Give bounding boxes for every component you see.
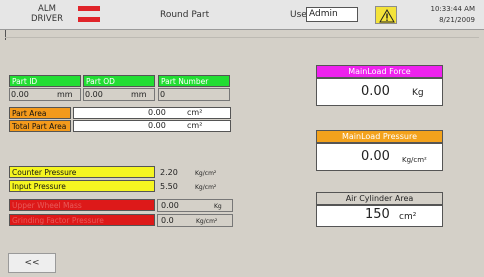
page-title: Round Part [160, 10, 210, 20]
divider [5, 37, 479, 38]
part-id-field[interactable]: 0.00 mm [9, 88, 81, 101]
air-cylinder-area-unit: cm² [399, 212, 417, 222]
part-od-unit: mm [131, 90, 147, 99]
part-id-value: 0.00 [11, 90, 29, 99]
part-od-label: Part OD [83, 75, 155, 87]
mainload-force-value: 0.00 [361, 84, 390, 99]
part-number-field[interactable]: 0 [158, 88, 230, 101]
upper-wheel-mass-value: 0.00 [161, 201, 179, 210]
time-text: 10:33:44 AM [430, 5, 476, 13]
counter-pressure-label: Counter Pressure [9, 166, 155, 178]
part-number-label: Part Number [158, 75, 230, 87]
air-cylinder-area-value: 150 [365, 207, 390, 222]
air-cylinder-area-label: Air Cylinder Area [316, 192, 443, 205]
total-part-area-value: 0.00 [148, 121, 166, 130]
datetime-display: 10:33:44 AM 8/21/2009 [420, 4, 476, 26]
part-id-unit: mm [57, 90, 73, 99]
grinding-factor-pressure-label: Grinding Factor Pressure [9, 214, 155, 226]
part-od-field[interactable]: 0.00 mm [83, 88, 155, 101]
upper-wheel-mass-field[interactable]: 0.00 Kg [157, 199, 233, 212]
user-field[interactable]: Admin [306, 7, 358, 22]
part-od-value: 0.00 [85, 90, 103, 99]
air-cylinder-area-display: 150 cm² [316, 205, 443, 227]
warning-button[interactable] [375, 6, 397, 24]
total-part-area-unit: cm² [187, 121, 203, 130]
part-area-value: 0.00 [148, 108, 166, 117]
mainload-force-display: 0.00 Kg [316, 78, 443, 106]
date-text: 8/21/2009 [439, 16, 475, 24]
counter-pressure-value: 2.20 [160, 168, 178, 177]
mainload-pressure-display: 0.00 Kg/cm² [316, 143, 443, 171]
input-pressure-label: Input Pressure [9, 180, 155, 192]
part-area-field: 0.00 cm² [73, 107, 231, 119]
alarm-driver-label: ALM DRIVER [23, 4, 71, 24]
mainload-pressure-label: MainLoad Pressure [316, 130, 443, 143]
total-part-area-label: Total Part Area [9, 120, 71, 132]
part-number-value: 0 [160, 90, 166, 99]
upper-wheel-mass-unit: Kg [214, 203, 222, 210]
part-area-label: Part Area [9, 107, 71, 119]
warning-triangle-icon [379, 9, 395, 23]
header-bar [0, 0, 484, 30]
part-area-unit: cm² [187, 108, 203, 117]
alarm-label-line2: DRIVER [30, 14, 64, 24]
upper-wheel-mass-label: Upper Wheel Mass [9, 199, 155, 211]
grinding-factor-pressure-value: 0.0 [161, 216, 174, 225]
alarm-label-line1: ALM [38, 4, 56, 14]
mainload-pressure-value: 0.00 [361, 149, 390, 164]
input-pressure-value: 5.50 [160, 182, 178, 191]
counter-pressure-unit: Kg/cm² [195, 170, 217, 177]
mainload-pressure-unit: Kg/cm² [402, 156, 427, 164]
alarm-stripes-icon[interactable] [78, 6, 100, 23]
grinding-factor-pressure-field[interactable]: 0.0 Kg/cm² [157, 214, 233, 227]
mainload-force-unit: Kg [412, 88, 424, 98]
back-button[interactable]: << [8, 253, 56, 273]
mainload-force-label: MainLoad Force [316, 65, 443, 78]
input-pressure-unit: Kg/cm² [195, 184, 217, 191]
total-part-area-field: 0.00 cm² [73, 120, 231, 132]
divider [5, 30, 6, 40]
grinding-factor-pressure-unit: Kg/cm² [196, 218, 218, 225]
part-id-label: Part ID [9, 75, 81, 87]
